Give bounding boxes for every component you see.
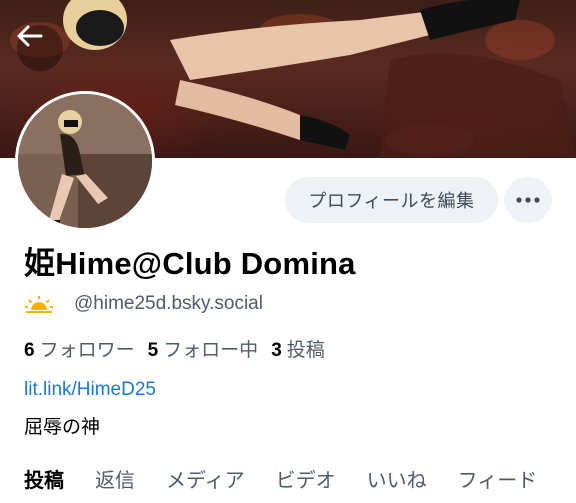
profile-link[interactable]: lit.link/HimeD25 (24, 379, 156, 401)
handle: @hime25d.bsky.social (74, 293, 263, 314)
following-count[interactable]: 5 (148, 340, 159, 362)
edit-profile-button[interactable]: プロフィールを編集 (285, 177, 498, 223)
profile-tabs: 投稿 返信 メディア ビデオ いいね フィード (0, 458, 576, 503)
tab-posts[interactable]: 投稿 (24, 458, 64, 503)
back-button[interactable] (17, 25, 63, 71)
tab-media[interactable]: メディア (166, 458, 245, 503)
tab-feeds[interactable]: フィード (458, 458, 538, 503)
profile-stats: 6 フォロワー 5 フォロー中 3 投稿 (24, 335, 338, 362)
arrow-left-icon (17, 25, 43, 47)
avatar-photo (18, 94, 152, 228)
tab-replies[interactable]: 返信 (95, 458, 135, 503)
followers-count[interactable]: 6 (24, 340, 35, 362)
tab-videos[interactable]: ビデオ (276, 458, 336, 503)
tab-likes[interactable]: いいね (367, 458, 427, 503)
avatar[interactable] (15, 91, 155, 231)
more-options-button[interactable] (504, 177, 552, 223)
followers-label[interactable]: フォロワー (40, 335, 135, 362)
more-horizontal-icon (516, 197, 540, 203)
sunrise-icon (25, 296, 53, 313)
display-name: 姫Hime@Club Domina (24, 246, 356, 281)
posts-label: 投稿 (286, 340, 325, 361)
posts-count: 3 (271, 340, 282, 361)
following-label[interactable]: フォロー中 (163, 335, 258, 362)
profile-bio: 屈辱の神 (24, 417, 101, 438)
handle-row: @hime25d.bsky.social (24, 290, 263, 318)
